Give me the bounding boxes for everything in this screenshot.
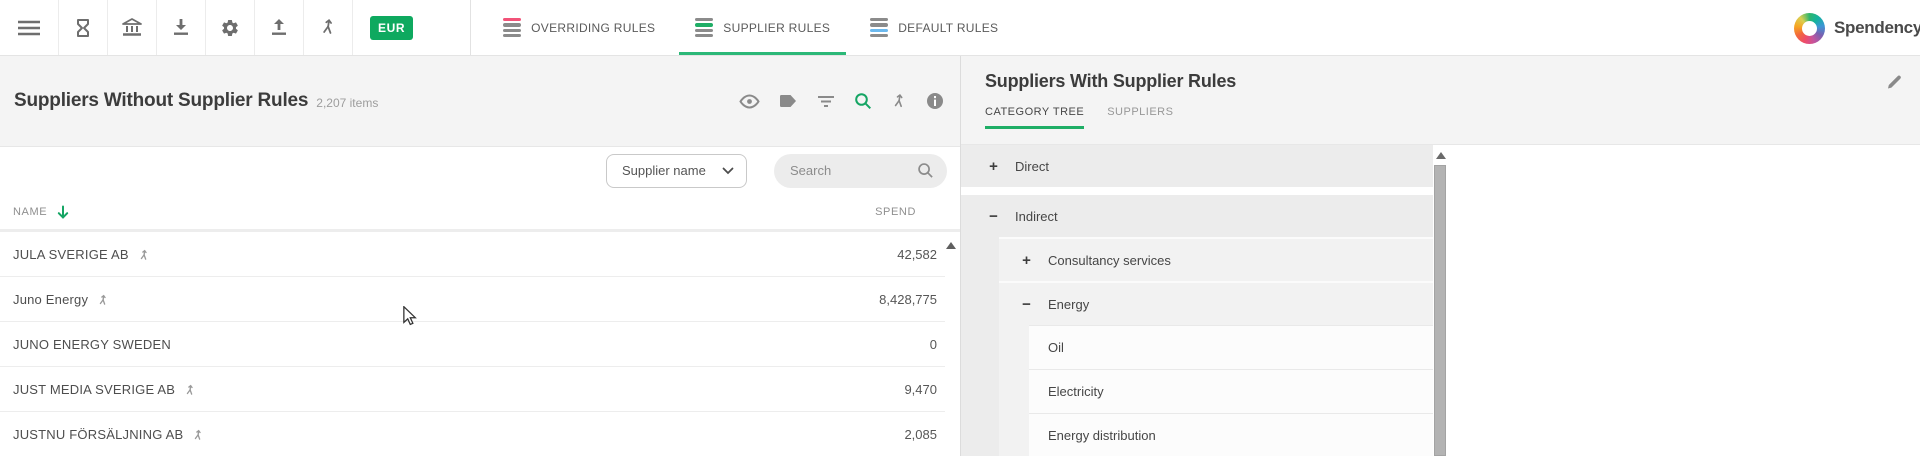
merge-icon[interactable] — [192, 429, 204, 442]
brand-name: Spendency — [1834, 18, 1920, 38]
table-row[interactable]: JULA SVERIGE AB 42,582 — [0, 232, 945, 277]
tree-node-label: Consultancy services — [1048, 253, 1171, 268]
tab-default-rules[interactable]: DEFAULT RULES — [850, 0, 1018, 55]
table-row[interactable]: JUSTNU FÖRSÄLJNING AB 2,085 — [0, 412, 945, 456]
tree-node-label: Indirect — [1015, 209, 1058, 224]
tab-category-tree[interactable]: CATEGORY TREE — [985, 106, 1084, 129]
currency-button[interactable]: EUR — [370, 16, 413, 40]
search-field-dropdown[interactable]: Supplier name — [606, 154, 747, 188]
merge-icon[interactable] — [891, 93, 907, 110]
search-magnifier-icon — [917, 162, 934, 179]
tab-overriding-rules[interactable]: OVERRIDING RULES — [483, 0, 675, 55]
column-header-spend[interactable]: SPEND — [875, 206, 960, 218]
supplier-spend: 0 — [930, 337, 937, 352]
menu-button[interactable] — [0, 0, 59, 55]
tab-supplier-rules[interactable]: SUPPLIER RULES — [675, 0, 850, 55]
tree-scroll-up-button[interactable] — [1436, 152, 1446, 159]
tab-suppliers[interactable]: SUPPLIERS — [1107, 106, 1173, 129]
right-panel-tabs: CATEGORY TREE SUPPLIERS — [985, 106, 1900, 129]
overriding-rules-icon — [503, 18, 521, 37]
edit-pencil-icon[interactable] — [1886, 72, 1903, 89]
suppliers-without-rules-panel: Suppliers Without Supplier Rules 2,207 i… — [0, 56, 961, 456]
tree-node-energy-distribution[interactable]: Energy distribution — [1029, 413, 1433, 456]
right-panel-header: Suppliers With Supplier Rules CATEGORY T… — [961, 56, 1920, 145]
supplier-spend: 2,085 — [904, 427, 937, 442]
upload-icon — [270, 18, 288, 37]
search-input[interactable]: Search — [774, 154, 947, 188]
download-button[interactable] — [157, 0, 206, 55]
table-row[interactable]: Juno Energy 8,428,775 — [0, 277, 945, 322]
items-count: 2,207 items — [316, 96, 378, 110]
search-icon[interactable] — [854, 92, 872, 110]
filter-icon[interactable] — [817, 95, 835, 108]
supplier-spend: 8,428,775 — [879, 292, 937, 307]
rule-tabs: OVERRIDING RULES SUPPLIER RULES DEFAULT … — [483, 0, 1018, 55]
brand-logo: Spendency — [1794, 0, 1920, 56]
tree-node-electricity[interactable]: Electricity — [1029, 369, 1433, 413]
tree-node-consultancy-services[interactable]: + Consultancy services — [999, 237, 1433, 281]
collapse-minus-icon[interactable]: − — [1019, 296, 1034, 313]
merge-suppliers-button[interactable] — [304, 0, 353, 55]
merge-icon[interactable] — [184, 384, 196, 397]
category-tree: + Direct − Indirect + Consultancy servic… — [961, 145, 1449, 456]
spendency-ring-icon — [1794, 13, 1825, 44]
eye-icon[interactable] — [739, 94, 760, 109]
tree-node-label: Direct — [1015, 159, 1049, 174]
chevron-down-icon — [722, 167, 734, 175]
expand-plus-icon[interactable]: + — [1019, 252, 1034, 269]
column-header-name[interactable]: NAME — [13, 206, 47, 218]
upload-button[interactable] — [255, 0, 304, 55]
tree-node-label: Electricity — [1048, 384, 1104, 399]
hourglass-icon — [74, 18, 92, 38]
default-rules-icon — [870, 18, 888, 37]
tree-node-label: Energy — [1048, 297, 1089, 312]
tree-node-energy[interactable]: − Energy — [999, 281, 1433, 325]
tree-node-label: Energy distribution — [1048, 428, 1156, 443]
supplier-name: Juno Energy — [13, 292, 88, 307]
tag-icon[interactable] — [779, 94, 798, 108]
supplier-spend: 9,470 — [904, 382, 937, 397]
tree-node-oil[interactable]: Oil — [1029, 325, 1433, 369]
tree-node-indirect[interactable]: − Indirect — [961, 195, 1433, 237]
table-controls: Supplier name Search — [0, 147, 960, 194]
supplier-name: JULA SVERIGE AB — [13, 247, 129, 262]
tree-scrollbar-thumb[interactable] — [1434, 165, 1446, 456]
merge-icon[interactable] — [97, 294, 109, 307]
merge-icon — [319, 18, 337, 37]
suppliers-with-rules-panel: Suppliers With Supplier Rules CATEGORY T… — [961, 56, 1920, 456]
tree-node-direct[interactable]: + Direct — [961, 145, 1433, 187]
merge-icon[interactable] — [138, 249, 150, 262]
hamburger-icon — [18, 20, 40, 36]
tree-node-label: Oil — [1048, 340, 1064, 355]
right-panel-title: Suppliers With Supplier Rules — [985, 71, 1900, 92]
supplier-name: JUST MEDIA SVERIGE AB — [13, 382, 175, 397]
supplier-table: JULA SVERIGE AB 42,582 Juno Energy 8,428… — [0, 232, 945, 456]
dropdown-selected-value: Supplier name — [622, 163, 722, 178]
top-toolbar: EUR OVERRIDING RULES SUPPLIER RULES DEFA… — [0, 0, 1920, 56]
toolbar-divider — [470, 0, 471, 55]
supplier-name: JUNO ENERGY SWEDEN — [13, 337, 171, 352]
download-icon — [172, 18, 190, 37]
expand-plus-icon[interactable]: + — [986, 158, 1001, 175]
settings-gear-icon — [220, 18, 240, 38]
table-row[interactable]: JUNO ENERGY SWEDEN 0 — [0, 322, 945, 367]
left-panel-header: Suppliers Without Supplier Rules 2,207 i… — [0, 56, 960, 147]
table-header: NAME SPEND — [0, 194, 960, 232]
bank-icon — [122, 18, 142, 38]
supplier-spend: 42,582 — [897, 247, 937, 262]
sort-descending-icon[interactable] — [56, 205, 70, 220]
supplier-name: JUSTNU FÖRSÄLJNING AB — [13, 427, 183, 442]
left-panel-title: Suppliers Without Supplier Rules — [14, 90, 308, 112]
collapse-minus-icon[interactable]: − — [986, 208, 1001, 225]
search-placeholder: Search — [790, 163, 917, 178]
supplier-rules-icon — [695, 18, 713, 37]
organization-button[interactable] — [108, 0, 157, 55]
info-icon[interactable] — [926, 92, 944, 110]
table-row[interactable]: JUST MEDIA SVERIGE AB 9,470 — [0, 367, 945, 412]
tree-scrollbar[interactable] — [1433, 145, 1448, 456]
table-scroll-up-button[interactable] — [946, 242, 956, 249]
history-button[interactable] — [59, 0, 108, 55]
settings-button[interactable] — [206, 0, 255, 55]
